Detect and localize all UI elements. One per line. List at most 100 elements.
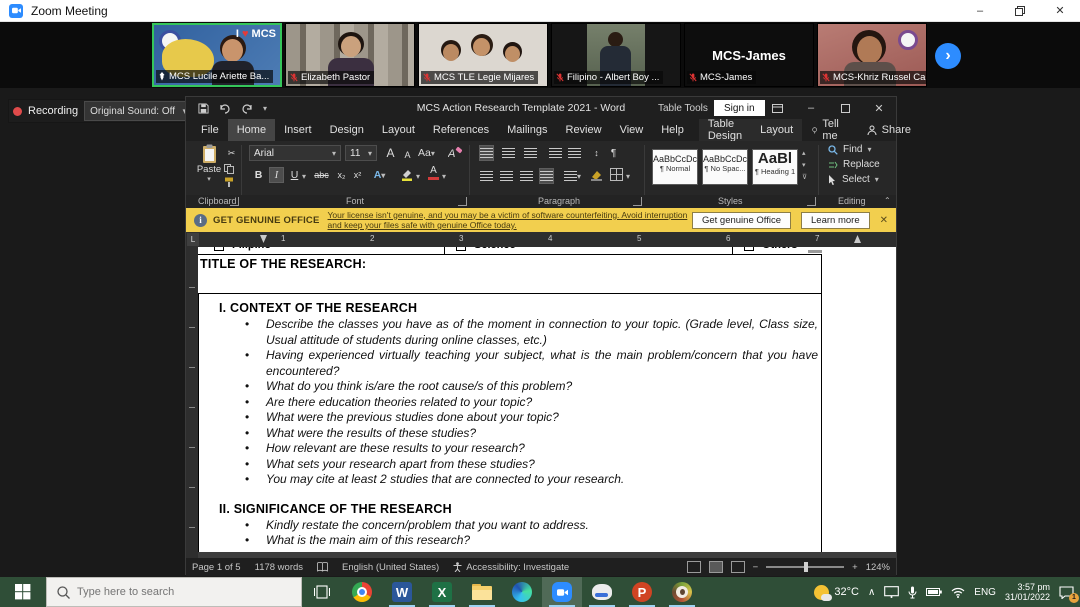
page-indicator[interactable]: Page 1 of 5 <box>192 562 241 573</box>
language-indicator[interactable]: ENG <box>974 587 996 598</box>
select-button[interactable]: Select▾ <box>828 174 880 185</box>
word-minimize-button[interactable]: – <box>794 97 828 119</box>
title-table-cell[interactable]: TITLE OF THE RESEARCH: <box>198 254 822 294</box>
word-count[interactable]: 1178 words <box>255 562 303 573</box>
format-painter-icon[interactable] <box>224 177 234 187</box>
underline-button[interactable]: U <box>287 167 302 183</box>
font-color-button[interactable]: A <box>428 166 439 180</box>
next-participants-button[interactable]: › <box>935 43 961 69</box>
subscript-button[interactable]: x₂ <box>334 167 349 183</box>
checkbox-icon[interactable] <box>214 247 224 251</box>
tab-table-layout[interactable]: Layout <box>751 119 802 141</box>
get-genuine-office-button[interactable]: Get genuine Office <box>692 212 791 229</box>
right-indent-marker[interactable] <box>854 235 861 243</box>
word-maximize-button[interactable] <box>828 97 862 119</box>
horizontal-ruler[interactable]: L 1 2 3 4 5 6 7 <box>186 232 896 247</box>
participant-tile-lucile[interactable]: I ♥ MCS MCS Lucile Ariette Ba... <box>152 23 282 87</box>
participant-tile-james[interactable]: MCS-James MCS-James <box>684 23 814 87</box>
borders-button[interactable] <box>610 168 623 181</box>
text-effects-button[interactable]: A▾ <box>372 167 387 183</box>
zoom-out-button[interactable]: − <box>753 562 759 573</box>
redo-icon[interactable] <box>241 103 253 114</box>
find-button[interactable]: Find▾ <box>828 144 880 155</box>
replace-button[interactable]: Replace <box>828 159 880 170</box>
shading-button[interactable] <box>590 169 603 181</box>
font-size-combo[interactable]: 11 ▾ <box>345 145 377 161</box>
change-case-button[interactable]: Aa▾ <box>418 145 435 161</box>
taskbar-file-explorer[interactable] <box>462 577 502 607</box>
taskbar-powerpoint[interactable]: P <box>622 577 662 607</box>
save-icon[interactable] <box>198 103 209 114</box>
line-spacing-button[interactable]: ▾ <box>564 168 581 184</box>
search-input[interactable] <box>77 586 267 598</box>
participant-tile-elizabeth[interactable]: Elizabeth Pastor <box>285 23 415 87</box>
styles-scroll-up-icon[interactable]: ▴ <box>802 149 807 157</box>
taskbar-edge[interactable] <box>502 577 542 607</box>
italic-button[interactable]: I <box>269 167 284 183</box>
tab-insert[interactable]: Insert <box>275 119 321 141</box>
indent-marker[interactable] <box>260 235 267 243</box>
qat-customize-icon[interactable]: ▾ <box>263 104 267 113</box>
bullets-button[interactable] <box>479 145 494 161</box>
body-table-cell[interactable]: I. CONTEXT OF THE RESEARCH Describe the … <box>198 294 822 552</box>
weather-widget[interactable]: 32°C <box>814 585 859 600</box>
sign-in-button[interactable]: Sign in <box>714 100 765 116</box>
numbering-button[interactable] <box>501 145 516 161</box>
learn-more-button[interactable]: Learn more <box>801 212 870 229</box>
taskbar-clock[interactable]: 3:57 pm 31/01/2022 <box>1005 582 1050 603</box>
chevron-down-icon[interactable]: ▾ <box>302 172 306 181</box>
font-name-combo[interactable]: Arial ▾ <box>249 145 341 161</box>
sort-button[interactable]: ↕ <box>589 145 604 161</box>
shrink-font-button[interactable]: A <box>400 147 415 163</box>
show-paragraph-marks-button[interactable]: ¶ <box>606 145 621 161</box>
style-heading1[interactable]: AaBl ¶ Heading 1 <box>752 149 798 185</box>
tab-table-design[interactable]: Table Design <box>699 119 751 141</box>
zoom-close-button[interactable]: ✕ <box>1040 0 1080 21</box>
tell-me-button[interactable]: Tell me <box>802 119 853 141</box>
taskbar-excel[interactable]: X <box>422 577 462 607</box>
multilevel-list-button[interactable] <box>523 145 538 161</box>
chevron-down-icon[interactable]: ▾ <box>442 172 446 181</box>
print-layout-button[interactable] <box>709 561 723 573</box>
tab-file[interactable]: File <box>192 119 228 141</box>
style-normal[interactable]: AaBbCcDc ¶ Normal <box>652 149 698 185</box>
taskbar-app-1[interactable] <box>582 577 622 607</box>
align-center-button[interactable] <box>499 168 514 184</box>
collapse-ribbon-icon[interactable]: ⌃ <box>884 196 891 205</box>
highlight-button[interactable] <box>400 167 414 181</box>
strikethrough-button[interactable]: abc <box>314 167 329 183</box>
taskbar-zoom[interactable] <box>542 577 582 607</box>
font-dialog-launcher-icon[interactable] <box>458 197 467 206</box>
microphone-icon[interactable] <box>908 586 917 599</box>
participant-tile-khriz[interactable]: MCS-Khriz Russel Ca... <box>817 23 927 87</box>
battery-icon[interactable] <box>926 587 942 597</box>
style-no-spacing[interactable]: AaBbCcDc ¶ No Spac... <box>702 149 748 185</box>
tab-help[interactable]: Help <box>652 119 693 141</box>
paste-button[interactable]: Paste ▾ <box>196 144 222 183</box>
web-layout-button[interactable] <box>731 561 745 573</box>
increase-indent-button[interactable] <box>567 145 582 161</box>
align-left-button[interactable] <box>479 168 494 184</box>
zoom-restore-button[interactable] <box>1000 0 1040 21</box>
word-close-button[interactable]: ✕ <box>862 97 896 119</box>
hidden-icons-chevron[interactable]: ∧ <box>868 587 875 598</box>
zoom-slider-thumb[interactable] <box>804 562 808 572</box>
banner-close-icon[interactable]: ✕ <box>880 215 888 226</box>
wireless-display-icon[interactable] <box>884 586 899 598</box>
justify-button[interactable] <box>539 168 554 184</box>
paragraph-dialog-launcher-icon[interactable] <box>633 197 642 206</box>
tab-mailings[interactable]: Mailings <box>498 119 556 141</box>
original-sound-button[interactable]: Original Sound: Off ▼ <box>84 101 195 121</box>
styles-dialog-launcher-icon[interactable] <box>807 197 816 206</box>
banner-message-link[interactable]: Your license isn't genuine, and you may … <box>328 210 688 231</box>
clear-formatting-icon[interactable]: A <box>448 146 462 159</box>
clipboard-dialog-launcher-icon[interactable] <box>230 197 239 206</box>
decrease-indent-button[interactable] <box>548 145 563 161</box>
copy-icon[interactable] <box>224 164 234 174</box>
tab-references[interactable]: References <box>424 119 498 141</box>
chevron-down-icon[interactable]: ▾ <box>626 172 630 181</box>
accessibility-checker[interactable]: Accessibility: Investigate <box>453 562 569 573</box>
tab-home[interactable]: Home <box>228 119 275 141</box>
align-right-button[interactable] <box>519 168 534 184</box>
taskbar-word[interactable]: W <box>382 577 422 607</box>
